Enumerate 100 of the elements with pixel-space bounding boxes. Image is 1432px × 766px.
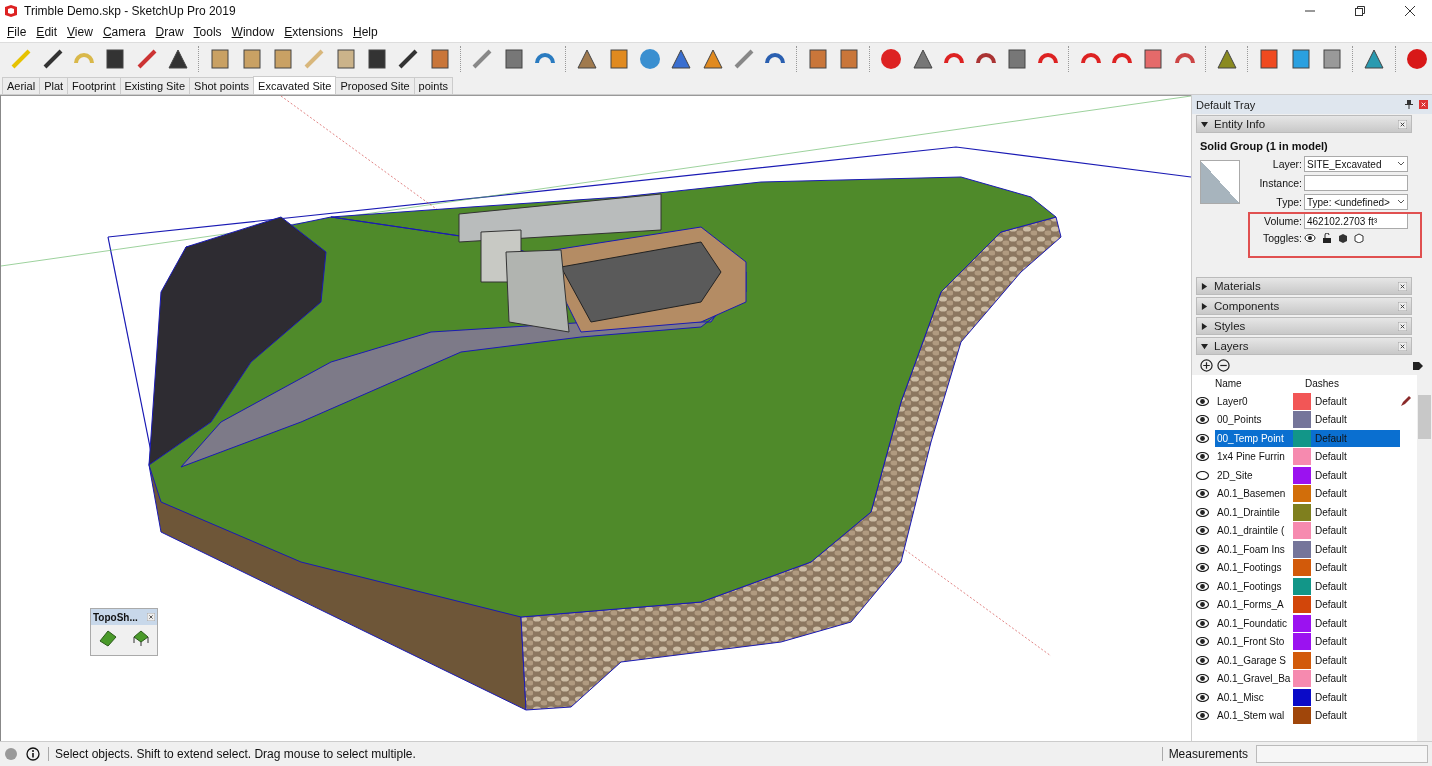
close-icon[interactable] — [1398, 341, 1407, 351]
terrain-icon[interactable] — [97, 629, 118, 647]
scene-tab[interactable]: Footprint — [67, 77, 121, 94]
eye-icon[interactable] — [1196, 618, 1209, 628]
layer-color-swatch[interactable] — [1293, 577, 1311, 595]
right-triangle-icon[interactable] — [1201, 302, 1208, 310]
layer-color-swatch[interactable] — [1293, 559, 1311, 577]
layer-row[interactable]: Layer0 Default — [1192, 392, 1416, 411]
dropdown-field[interactable]: SITE_Excavated — [1304, 156, 1408, 172]
layer-row[interactable]: A0.1_Basemen Default — [1192, 484, 1416, 503]
layer-row[interactable]: A0.1_Footings Default — [1192, 577, 1416, 596]
layer-row[interactable]: A0.1_Forms_A Default — [1192, 595, 1416, 614]
eye-icon[interactable] — [1196, 674, 1209, 684]
layer-color-swatch[interactable] — [1293, 651, 1311, 669]
scene-tab[interactable]: Proposed Site — [335, 77, 415, 94]
close-icon[interactable] — [147, 613, 155, 621]
eye-icon[interactable] — [1196, 563, 1209, 573]
layer-row[interactable]: 00_Temp Point Default — [1192, 429, 1416, 448]
layer-color-swatch[interactable] — [1293, 448, 1311, 466]
eye-icon[interactable] — [1196, 711, 1209, 721]
right-triangle-icon[interactable] — [1201, 322, 1208, 330]
close-icon[interactable] — [1398, 281, 1407, 291]
menu-item[interactable]: Camera — [97, 25, 151, 39]
layer-color-swatch[interactable] — [1293, 429, 1311, 447]
layer-color-swatch[interactable] — [1293, 540, 1311, 558]
layer-row[interactable]: A0.1_Footings Default — [1192, 558, 1416, 577]
menu-item[interactable]: View — [62, 25, 98, 39]
layer-row[interactable]: A0.1_Misc Default — [1192, 688, 1416, 707]
remove-icon[interactable] — [1217, 359, 1230, 372]
input-field[interactable] — [1304, 175, 1408, 191]
layer-color-swatch[interactable] — [1293, 707, 1311, 725]
eye-icon[interactable] — [1196, 600, 1209, 610]
layer-color-swatch[interactable] — [1293, 596, 1311, 614]
menu-item[interactable]: File — [2, 25, 32, 39]
layer-color-swatch[interactable] — [1293, 688, 1311, 706]
terrain-mesh-icon[interactable] — [130, 629, 151, 647]
layer-color-swatch[interactable] — [1293, 670, 1311, 688]
eye-icon[interactable] — [1196, 507, 1209, 517]
column-header[interactable]: Dashes — [1305, 378, 1339, 389]
layer-row[interactable]: A0.1_Draintile Default — [1192, 503, 1416, 522]
close-icon[interactable] — [1419, 100, 1428, 109]
layer-row[interactable]: A0.1_Foam Ins Default — [1192, 540, 1416, 559]
measurements-field[interactable] — [1256, 745, 1428, 763]
eye-icon[interactable] — [1196, 489, 1209, 499]
eye-icon[interactable] — [1196, 433, 1209, 443]
layer-row[interactable]: A0.1_Gravel_Ba Default — [1192, 669, 1416, 688]
close-icon[interactable] — [1398, 119, 1407, 129]
eye-closed-icon[interactable] — [1196, 470, 1209, 480]
menu-item[interactable]: Window — [226, 25, 280, 39]
menu-item[interactable]: Draw — [150, 25, 189, 39]
layer-row[interactable]: A0.1_Garage S Default — [1192, 651, 1416, 670]
close-icon[interactable] — [1398, 301, 1407, 311]
close-icon[interactable] — [1398, 321, 1407, 331]
eye-icon[interactable] — [1196, 581, 1209, 591]
right-triangle-icon[interactable] — [1201, 282, 1208, 290]
layer-color-swatch[interactable] — [1293, 392, 1311, 410]
scene-tab[interactable]: points — [413, 77, 453, 94]
eye-icon[interactable] — [1196, 526, 1209, 536]
layer-color-swatch[interactable] — [1293, 633, 1311, 651]
down-triangle-icon[interactable] — [1201, 342, 1208, 350]
details-arrow-icon[interactable] — [1412, 359, 1424, 372]
panel-header[interactable]: Components — [1196, 297, 1412, 315]
layer-row[interactable]: A0.1_Front Sto Default — [1192, 632, 1416, 651]
layer-color-swatch[interactable] — [1293, 411, 1311, 429]
layer-color-swatch[interactable] — [1293, 522, 1311, 540]
layer-color-swatch[interactable] — [1293, 466, 1311, 484]
scene-tab[interactable]: Aerial — [2, 77, 41, 94]
scene-tab[interactable]: Excavated Site — [253, 76, 337, 94]
eye-icon[interactable] — [1196, 637, 1209, 647]
panel-header[interactable]: Layers — [1196, 337, 1412, 355]
layer-row[interactable]: A0.1_Stem wal Default — [1192, 706, 1416, 725]
scene-tab[interactable]: Shot points — [189, 77, 255, 94]
scene-tab[interactable]: Plat — [39, 77, 69, 94]
lock-icon[interactable] — [1322, 233, 1332, 243]
column-header[interactable]: Name — [1215, 378, 1283, 389]
layer-row[interactable]: 00_Points Default — [1192, 410, 1416, 429]
eye-icon[interactable] — [1196, 655, 1209, 665]
scene-tab[interactable]: Existing Site — [119, 77, 191, 94]
layer-row[interactable]: 1x4 Pine Furrin Default — [1192, 447, 1416, 466]
eye-icon[interactable] — [1196, 692, 1209, 702]
menu-item[interactable]: Tools — [188, 25, 227, 39]
info-icon[interactable] — [26, 747, 40, 761]
eye-icon[interactable] — [1196, 415, 1209, 425]
eye-icon[interactable] — [1304, 233, 1316, 243]
down-triangle-icon[interactable] — [1201, 120, 1208, 128]
pin-icon[interactable] — [1405, 100, 1413, 109]
dropdown-field[interactable]: Type: <undefined> — [1304, 194, 1408, 210]
panel-header[interactable]: Materials — [1196, 277, 1412, 295]
layer-row[interactable]: A0.1_draintile ( Default — [1192, 521, 1416, 540]
eye-icon[interactable] — [1196, 544, 1209, 554]
menu-item[interactable]: Help — [348, 25, 383, 39]
layer-row[interactable]: A0.1_Foundatic Default — [1192, 614, 1416, 633]
panel-header[interactable]: Styles — [1196, 317, 1412, 335]
eye-icon[interactable] — [1196, 396, 1209, 406]
menu-item[interactable]: Edit — [31, 25, 63, 39]
eye-icon[interactable] — [1196, 452, 1209, 462]
layer-color-swatch[interactable] — [1293, 614, 1311, 632]
layer-color-swatch[interactable] — [1293, 503, 1311, 521]
layer-row[interactable]: 2D_Site Default — [1192, 466, 1416, 485]
menu-item[interactable]: Extensions — [279, 25, 348, 39]
